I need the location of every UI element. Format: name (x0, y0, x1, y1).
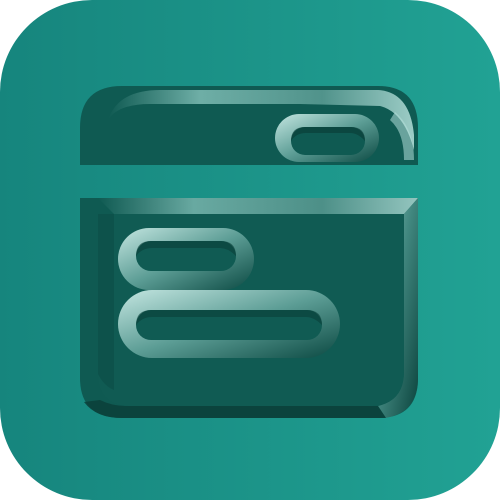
title-bar-pill-icon (275, 114, 379, 162)
browser-window-app-icon (0, 0, 500, 500)
content-line-short-icon (118, 228, 254, 290)
app-icon-canvas (0, 0, 500, 500)
window-title-bar (80, 86, 418, 165)
content-line-long-icon (118, 290, 340, 358)
